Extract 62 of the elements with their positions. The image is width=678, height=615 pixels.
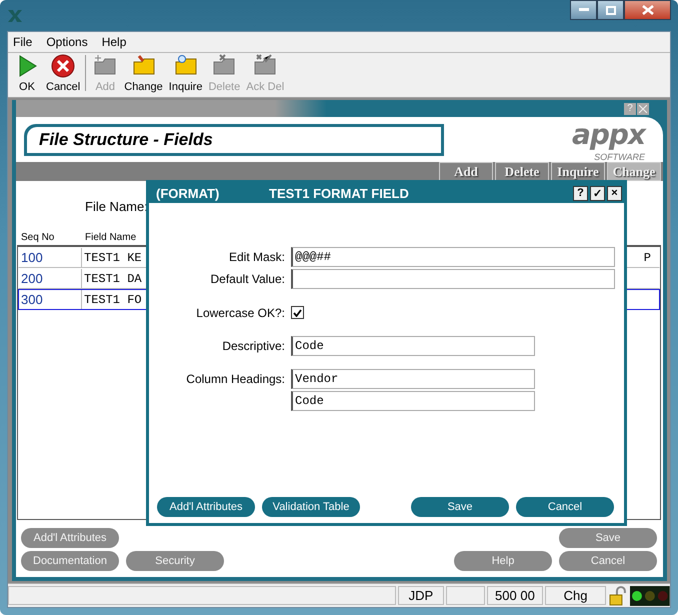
field-label: Default Value: xyxy=(210,272,285,286)
table-cell-text: P xyxy=(642,250,652,266)
app-logo-icon xyxy=(7,8,23,22)
table-cell: 300 xyxy=(19,290,82,309)
close-button[interactable] xyxy=(637,102,649,114)
column-header: Seq No xyxy=(20,232,56,245)
action-button[interactable]: Help xyxy=(454,551,552,571)
status-cell: JDP xyxy=(398,586,444,605)
input-field[interactable]: Code xyxy=(291,336,535,356)
toolbar-button[interactable]: Change xyxy=(121,53,166,93)
title-button[interactable]: × xyxy=(607,186,622,200)
toolbar-button[interactable]: OK xyxy=(11,53,43,93)
toolbar-button[interactable]: Cancel xyxy=(43,53,84,93)
table-cell: 200 xyxy=(19,269,82,288)
menu-item[interactable]: File xyxy=(13,35,32,49)
traffic-light-icon xyxy=(630,586,670,606)
dialog-button[interactable]: Add'l Attributes xyxy=(157,497,255,517)
close-icon xyxy=(642,5,654,15)
menu-item[interactable]: Help xyxy=(102,35,126,49)
dialog-button[interactable]: Validation Table xyxy=(262,497,360,517)
status-cell xyxy=(446,586,486,605)
minimize-button[interactable] xyxy=(570,0,597,20)
toolbar-button[interactable]: Inquire xyxy=(166,53,206,93)
input-field[interactable]: Code xyxy=(291,391,535,411)
check-icon xyxy=(293,308,302,316)
maximize-button[interactable] xyxy=(597,0,624,20)
input-field[interactable]: Vendor xyxy=(291,369,535,389)
minimize-icon xyxy=(578,8,588,12)
screen-title: File Structure - Fields xyxy=(27,126,441,152)
action-button[interactable]: Save xyxy=(559,528,657,548)
menu-item[interactable]: Options xyxy=(46,35,88,49)
padlock-icon xyxy=(608,586,628,606)
field-label: File Name: xyxy=(85,199,148,214)
dialog-title: TEST1 FORMAT FIELD xyxy=(269,186,410,200)
action-button[interactable]: Cancel xyxy=(559,551,657,571)
action-tab[interactable]: Inquire xyxy=(551,162,605,181)
checkbox[interactable] xyxy=(291,306,304,319)
action-button[interactable]: Add'l Attributes xyxy=(21,528,119,548)
action-button[interactable]: Documentation xyxy=(21,551,119,571)
status-cell: 500 00 xyxy=(487,586,543,605)
close-button[interactable] xyxy=(624,0,671,20)
title-button[interactable]: ✓ xyxy=(590,186,605,200)
title-button[interactable]: ? xyxy=(573,186,588,200)
action-tab[interactable]: Add xyxy=(439,162,493,181)
status-cell: Chg xyxy=(544,586,606,605)
dialog-button[interactable]: Save xyxy=(411,497,509,517)
maximize-icon xyxy=(606,6,616,14)
action-button[interactable]: Security xyxy=(126,551,224,571)
dialog-tag: (FORMAT) xyxy=(156,186,269,200)
logo-subtitle: SOFTWARE xyxy=(594,152,646,162)
logo-text: appx xyxy=(570,118,648,152)
action-tab[interactable]: Delete xyxy=(495,162,549,181)
input-field[interactable] xyxy=(291,269,615,289)
column-header: Field Name xyxy=(84,232,138,245)
dialog-button[interactable]: Cancel xyxy=(516,497,614,517)
close-icon xyxy=(639,104,647,112)
field-label: Edit Mask: xyxy=(228,250,285,264)
field-label: Column Headings: xyxy=(185,372,285,386)
input-field[interactable]: @@@## xyxy=(291,247,615,267)
table-cell: 100 xyxy=(19,248,82,267)
field-label: Descriptive: xyxy=(221,339,285,353)
cancel-icon xyxy=(50,53,76,79)
